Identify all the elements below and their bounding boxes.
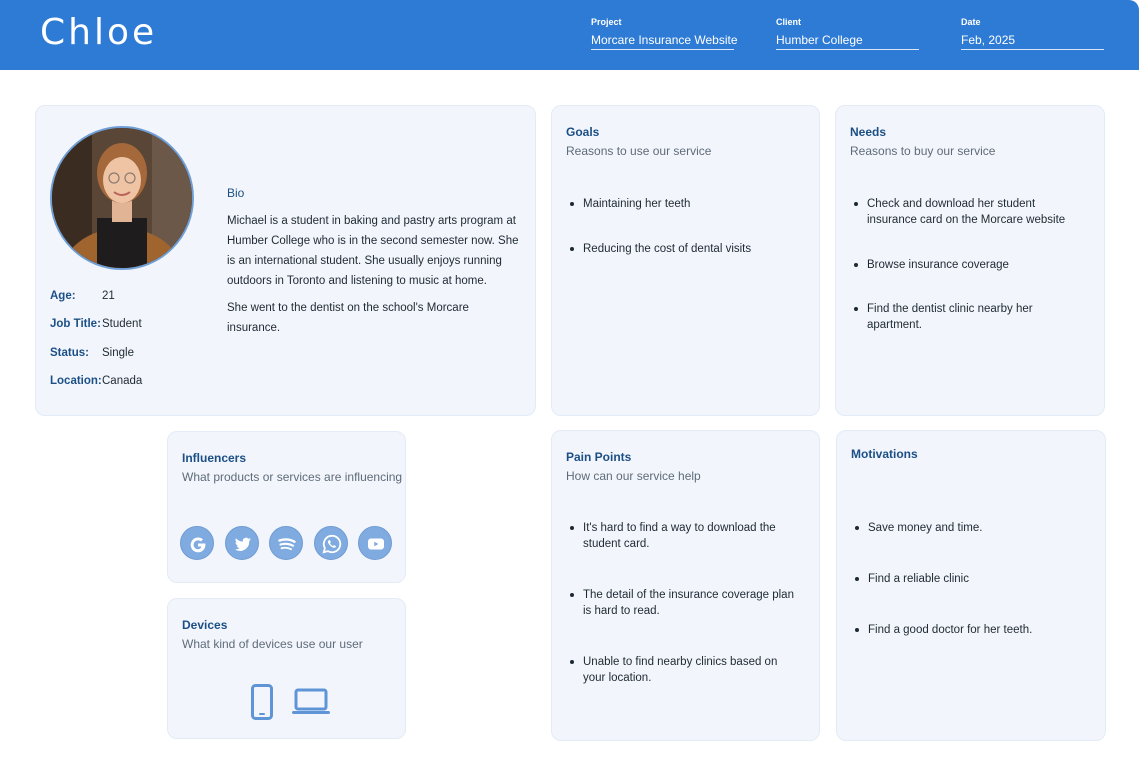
stat-value: Single — [102, 347, 134, 359]
stat-label: Status: — [50, 347, 89, 359]
whatsapp-icon[interactable] — [314, 526, 348, 560]
client-value: Humber College — [776, 33, 919, 50]
project-label: Project — [591, 17, 622, 27]
stat-value: Student — [102, 318, 142, 330]
bio-paragraph: Michael is a student in baking and pastr… — [227, 215, 519, 287]
stat-label: Age: — [50, 290, 76, 302]
stat-label: Job Title: — [50, 318, 101, 330]
pain-points-subtitle: How can our service help — [566, 469, 701, 483]
list-item: Find a good doctor for her teeth. — [851, 622, 1088, 638]
list-item: Unable to find nearby clinics based on y… — [566, 654, 793, 686]
twitter-icon[interactable] — [225, 526, 259, 560]
devices-card: Devices What kind of devices use our use… — [167, 598, 406, 739]
devices-title: Devices — [182, 618, 228, 632]
smartphone-icon — [251, 684, 273, 720]
motivations-title: Motivations — [851, 447, 918, 461]
devices-subtitle: What kind of devices use our user — [182, 637, 363, 651]
stat-label: Location: — [50, 375, 102, 387]
pain-points-card: Pain Points How can our service help It'… — [551, 430, 820, 741]
list-item: Maintaining her teeth — [566, 196, 803, 212]
needs-subtitle: Reasons to buy our service — [850, 144, 996, 158]
stat-value: Canada — [102, 375, 143, 387]
date-label: Date — [961, 17, 981, 27]
goals-subtitle: Reasons to use our service — [566, 144, 712, 158]
pain-points-title: Pain Points — [566, 450, 632, 464]
motivations-card: Motivations Save money and time. Find a … — [836, 430, 1106, 741]
list-item: Reducing the cost of dental visits — [566, 241, 803, 257]
stat-value: 21 — [102, 290, 115, 302]
youtube-icon[interactable] — [358, 526, 392, 560]
date-value: Feb, 2025 — [961, 33, 1104, 50]
list-item: It's hard to find a way to download the … — [566, 520, 793, 552]
project-field: Project Morcare Insurance Website — [591, 17, 738, 50]
bio-title: Bio — [227, 186, 245, 200]
google-icon[interactable] — [180, 526, 214, 560]
laptop-icon — [292, 688, 330, 714]
list-item: Save money and time. — [851, 520, 1088, 536]
goals-title: Goals — [566, 125, 600, 139]
avatar-photo — [52, 128, 192, 268]
client-field: Client Humber College — [776, 17, 919, 50]
list-item: The detail of the insurance coverage pla… — [566, 587, 798, 619]
list-item: Browse insurance coverage — [850, 257, 1077, 273]
influencers-subtitle: What products or services are influencin… — [182, 470, 403, 484]
project-value: Morcare Insurance Website — [591, 33, 738, 50]
client-label: Client — [776, 17, 802, 27]
persona-header: Chloe Project Morcare Insurance Website … — [0, 0, 1139, 70]
spotify-icon[interactable] — [269, 526, 303, 560]
bio-paragraph: She went to the dentist on the school's … — [227, 302, 469, 334]
persona-name: Chloe — [40, 12, 158, 53]
avatar — [50, 126, 194, 270]
date-field: Date Feb, 2025 — [961, 17, 1104, 50]
needs-card: Needs Reasons to buy our service Check a… — [835, 105, 1105, 416]
goals-card: Goals Reasons to use our service Maintai… — [551, 105, 820, 416]
list-item: Check and download her student insurance… — [850, 196, 1077, 228]
needs-title: Needs — [850, 125, 887, 139]
list-item: Find a reliable clinic — [851, 571, 1088, 587]
list-item: Find the dentist clinic nearby her apart… — [850, 301, 1067, 333]
influencers-title: Influencers — [182, 451, 247, 465]
